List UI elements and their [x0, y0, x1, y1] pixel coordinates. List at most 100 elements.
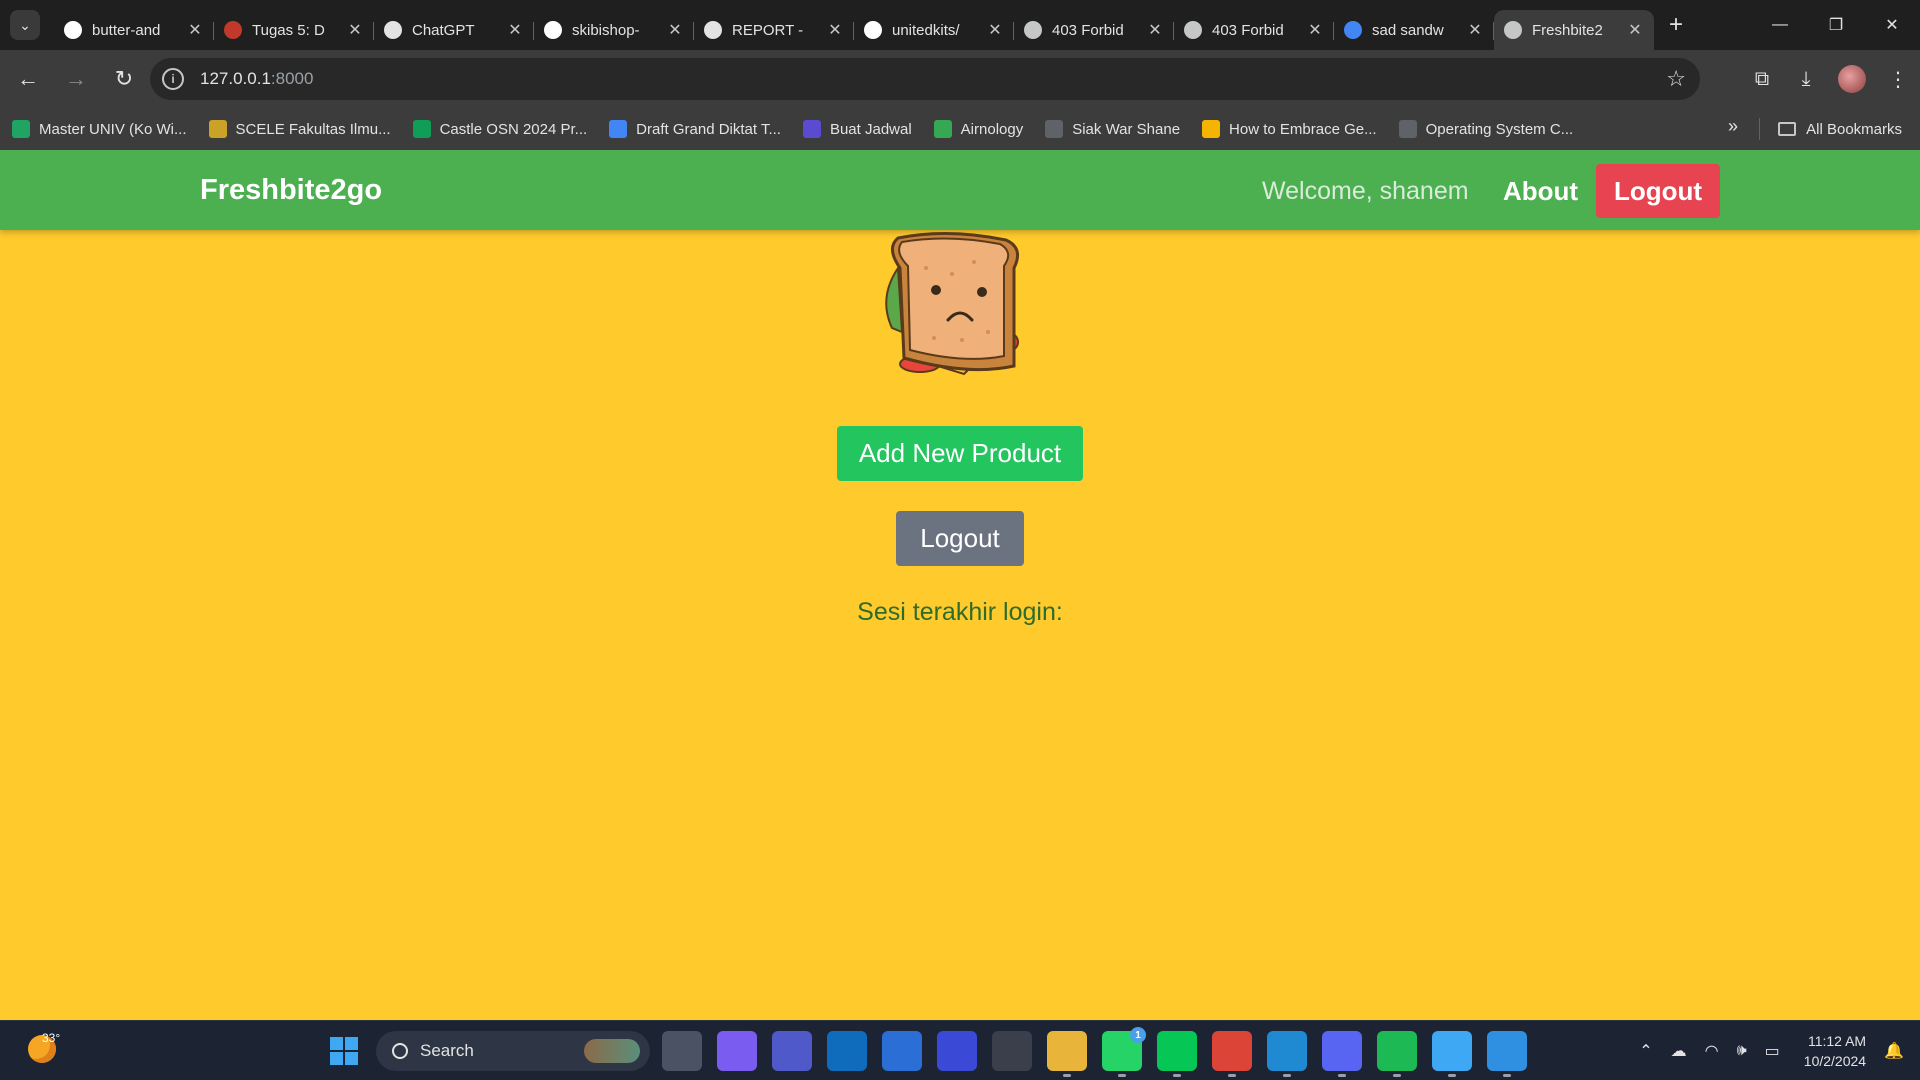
- file-explorer-icon[interactable]: [1047, 1031, 1087, 1077]
- running-indicator: [1063, 1074, 1071, 1077]
- teams-icon[interactable]: [772, 1031, 812, 1071]
- sheets-icon: [412, 120, 431, 138]
- browser-tab[interactable]: unitedkits/ ✕: [854, 10, 1014, 50]
- bookmark-item[interactable]: Buat Jadwal: [802, 120, 912, 138]
- chevron-up-icon[interactable]: ⌃: [1639, 1041, 1652, 1061]
- system-tray: ⌃ ☁ ◠ 🕪 ▭ 11:12 AM 10/2/2024 🔔: [1621, 1021, 1904, 1080]
- restore-icon[interactable]: ❐: [1808, 0, 1864, 50]
- running-indicator: [1118, 1074, 1126, 1077]
- add-new-product-button[interactable]: Add New Product: [837, 426, 1083, 481]
- bookmark-label: SCELE Fakultas Ilmu...: [235, 120, 391, 138]
- close-tab-icon[interactable]: ✕: [1306, 20, 1324, 40]
- windows-taskbar: 33° Search 1 ⌃ ☁ ◠ 🕪 ▭ 11:12 AM 10/2/202…: [0, 1020, 1920, 1080]
- menu-icon[interactable]: ⋮: [1876, 59, 1920, 99]
- whatsapp-icon[interactable]: 1: [1102, 1027, 1146, 1077]
- store-icon[interactable]: [882, 1031, 922, 1071]
- taskbar-search[interactable]: Search: [376, 1031, 650, 1071]
- downloads-icon[interactable]: ⤓: [1784, 59, 1828, 99]
- clock[interactable]: 11:12 AM 10/2/2024: [1804, 1031, 1866, 1071]
- url-text[interactable]: 127.0.0.1:8000: [200, 69, 313, 89]
- bookmark-item[interactable]: Castle OSN 2024 Pr...: [412, 120, 587, 138]
- spotify-icon[interactable]: [1377, 1031, 1417, 1077]
- browser-tab[interactable]: Tugas 5: D ✕: [214, 10, 374, 50]
- close-tab-icon[interactable]: ✕: [826, 20, 844, 40]
- browser-tab[interactable]: 403 Forbid ✕: [1174, 10, 1334, 50]
- web-page: Freshbite2go Welcome, shanem About Logou…: [0, 150, 1920, 1020]
- logout-button[interactable]: Logout: [896, 511, 1024, 566]
- browser-tab[interactable]: Freshbite2 ✕: [1494, 10, 1654, 50]
- tab-title: Freshbite2: [1532, 21, 1603, 39]
- wifi-icon[interactable]: ◠: [1705, 1041, 1719, 1061]
- profile-avatar[interactable]: [1838, 65, 1866, 93]
- unity-icon[interactable]: [992, 1031, 1032, 1071]
- tab-search-button[interactable]: ⌄: [10, 10, 40, 40]
- close-tab-icon[interactable]: ✕: [1146, 20, 1164, 40]
- chrome-icon[interactable]: [1212, 1031, 1252, 1077]
- photos-icon[interactable]: [1487, 1031, 1527, 1077]
- report-icon: [704, 21, 722, 39]
- line-icon[interactable]: [1157, 1031, 1197, 1077]
- docs-icon: [609, 120, 628, 138]
- cloud-icon[interactable]: ☁: [1671, 1041, 1687, 1061]
- close-tab-icon[interactable]: ✕: [1466, 20, 1484, 40]
- battery-icon[interactable]: ▭: [1765, 1041, 1780, 1061]
- browser-tab[interactable]: 403 Forbid ✕: [1014, 10, 1174, 50]
- minimize-icon[interactable]: —: [1752, 0, 1808, 50]
- site-brand[interactable]: Freshbite2go: [200, 174, 382, 207]
- address-bar[interactable]: i 127.0.0.1:8000 ☆: [150, 58, 1700, 100]
- close-tab-icon[interactable]: ✕: [346, 20, 364, 40]
- running-indicator: [1173, 1074, 1181, 1077]
- tab-title: skibishop-: [572, 21, 640, 39]
- close-tab-icon[interactable]: ✕: [986, 20, 1004, 40]
- running-indicator: [1338, 1074, 1346, 1077]
- more-bookmarks-icon[interactable]: »: [1728, 116, 1738, 137]
- weather-temperature: 33°: [42, 1031, 61, 1045]
- close-tab-icon[interactable]: ✕: [186, 20, 204, 40]
- bookmarks-divider: [1759, 118, 1760, 140]
- browser-tab[interactable]: butter-and ✕: [54, 10, 214, 50]
- close-tab-icon[interactable]: ✕: [1626, 20, 1644, 40]
- all-bookmarks-button[interactable]: All Bookmarks: [1778, 108, 1902, 150]
- bookmark-item[interactable]: Operating System C...: [1398, 120, 1573, 138]
- copilot-icon[interactable]: [717, 1031, 757, 1071]
- vscode-icon[interactable]: [1267, 1031, 1307, 1077]
- notepad-icon[interactable]: [1432, 1031, 1472, 1077]
- bookmark-item[interactable]: Airnology: [933, 120, 1023, 138]
- volume-icon[interactable]: 🕪: [1737, 1042, 1747, 1060]
- new-tab-button[interactable]: +: [1660, 9, 1692, 41]
- bookmark-item[interactable]: Draft Grand Diktat T...: [609, 120, 781, 138]
- github-icon: [864, 21, 882, 39]
- bookmark-item[interactable]: Master UNIV (Ko Wi...: [12, 120, 187, 138]
- browser-tab[interactable]: REPORT - ✕: [694, 10, 854, 50]
- start-icon[interactable]: [330, 1037, 358, 1065]
- reload-icon[interactable]: ↻: [104, 59, 144, 99]
- outlook-icon[interactable]: [827, 1031, 867, 1071]
- google-icon: [1344, 21, 1362, 39]
- close-window-icon[interactable]: ✕: [1864, 0, 1920, 50]
- tab-list: butter-and ✕ Tugas 5: D ✕ ChatGPT ✕ skibishop-…: [54, 0, 1654, 50]
- tab-title: sad sandw: [1372, 21, 1444, 39]
- browser-tab[interactable]: skibishop- ✕: [534, 10, 694, 50]
- bookmark-item[interactable]: SCELE Fakultas Ilmu...: [208, 120, 391, 138]
- site-info-icon[interactable]: i: [162, 68, 184, 90]
- navbar-logout-button[interactable]: Logout: [1596, 164, 1720, 218]
- back-icon[interactable]: ←: [8, 59, 48, 99]
- bookmark-item[interactable]: Siak War Shane: [1045, 120, 1180, 138]
- discord-icon[interactable]: [1322, 1031, 1362, 1077]
- task-view-icon[interactable]: [662, 1031, 702, 1071]
- forward-icon[interactable]: →: [56, 59, 96, 99]
- bookmark-star-icon[interactable]: ☆: [1666, 66, 1686, 92]
- notification-bell-icon[interactable]: 🔔: [1884, 1041, 1904, 1061]
- running-indicator: [1503, 1074, 1511, 1077]
- airnology-icon: [933, 120, 952, 138]
- about-link[interactable]: About: [1503, 176, 1578, 207]
- scele-icon: [208, 120, 227, 138]
- app-m-icon[interactable]: [937, 1031, 977, 1071]
- close-tab-icon[interactable]: ✕: [506, 20, 524, 40]
- extensions-icon[interactable]: ⧉: [1740, 59, 1784, 99]
- close-tab-icon[interactable]: ✕: [666, 20, 684, 40]
- browser-tab[interactable]: ChatGPT ✕: [374, 10, 534, 50]
- browser-tab[interactable]: sad sandw ✕: [1334, 10, 1494, 50]
- bookmark-item[interactable]: How to Embrace Ge...: [1202, 120, 1377, 138]
- github-icon: [544, 21, 562, 39]
